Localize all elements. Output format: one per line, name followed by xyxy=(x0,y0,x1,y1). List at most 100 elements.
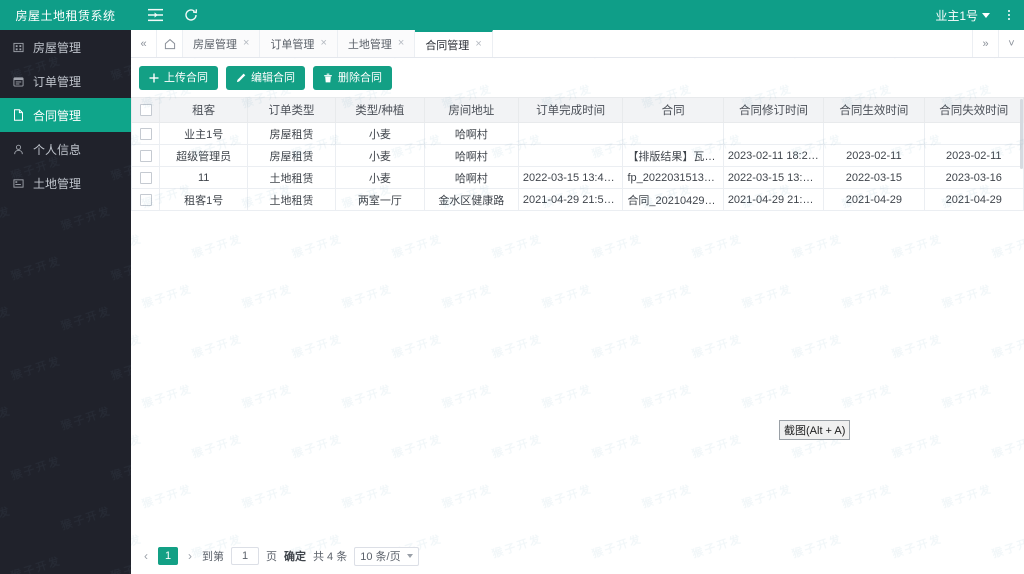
table-row[interactable]: 11 土地租赁 小麦 哈啊村 2022-03-15 13:44… fp_2022… xyxy=(131,166,1024,189)
header-right-group: 业主1号 xyxy=(935,7,1024,24)
sidebar-nav: 猴子开发 猴子开发 猴子开发 猴子开发 猴子开发 猴子开发 猴子开发 猴子开发 猴子开发 猴子开发… xyxy=(0,30,131,574)
double-chevron-left-icon[interactable]: « xyxy=(131,30,157,57)
cell-order-finish-time xyxy=(517,144,624,167)
content-panel: 猴子开发 猴子开发 猴子开发 猴子开发 猴子开发 猴子开发 猴子开发 猴子开发 猴子开发 猴子开发… xyxy=(131,58,1024,574)
close-icon[interactable]: × xyxy=(398,38,404,49)
goto-prefix-label: 到第 xyxy=(202,551,224,563)
cell-order-type[interactable]: 土地租赁 xyxy=(247,166,336,189)
column-header-tenant[interactable]: 租客 xyxy=(159,97,249,123)
close-icon[interactable]: × xyxy=(320,38,326,49)
column-header-contract-expire-time[interactable]: 合同失效时间 xyxy=(923,97,1024,123)
cell-contract[interactable]: 【排版结果】瓦斯… xyxy=(622,144,724,167)
select-all-header xyxy=(131,97,161,123)
table-row[interactable]: 超级管理员 房屋租赁 小麦 哈啊村 【排版结果】瓦斯… 2023-02-11 1… xyxy=(131,144,1024,167)
cell-contract-expire-time: 2021-04-29 xyxy=(923,188,1024,211)
tab-label: 合同管理 xyxy=(425,39,470,52)
cell-contract[interactable] xyxy=(622,122,724,145)
user-name-label: 业主1号 xyxy=(935,8,978,23)
sidebar-item-hetong[interactable]: 合同管理 xyxy=(0,98,131,132)
more-vertical-icon[interactable] xyxy=(1004,8,1014,22)
tab-bar: « 房屋管理 × 订单管理 × 土地管理 × 合同管理 × » ˅ xyxy=(131,30,1024,58)
cell-category: 两室一厅 xyxy=(334,188,425,211)
row-checkbox[interactable] xyxy=(139,171,152,184)
order-list-icon xyxy=(12,75,24,87)
user-menu[interactable]: 业主1号 xyxy=(935,7,990,24)
tab-tudi-guanli[interactable]: 土地管理 × xyxy=(337,30,416,57)
cell-address: 哈啊村 xyxy=(423,166,519,189)
table-row[interactable]: 租客1号 土地租赁 两室一厅 金水区健康路 2021-04-29 21:54… … xyxy=(131,188,1024,211)
cell-address: 金水区健康路 xyxy=(423,188,519,211)
column-header-address[interactable]: 房间地址 xyxy=(423,97,519,123)
column-header-category[interactable]: 类型/种植 xyxy=(334,97,425,123)
column-header-order-finish-time[interactable]: 订单完成时间 xyxy=(517,97,624,123)
main-area: « 房屋管理 × 订单管理 × 土地管理 × 合同管理 × » ˅ 猴子开发 猴… xyxy=(131,30,1024,574)
delete-contract-button[interactable]: 删除合同 xyxy=(313,66,392,90)
page-number-1[interactable]: 1 xyxy=(158,547,178,565)
column-header-contract[interactable]: 合同 xyxy=(622,97,724,123)
column-header-order-type[interactable]: 订单类型 xyxy=(247,97,336,123)
chevron-down-icon xyxy=(406,554,413,558)
goto-page-input[interactable] xyxy=(231,547,259,565)
tab-hetong-guanli[interactable]: 合同管理 × xyxy=(415,30,493,57)
upload-contract-button[interactable]: 上传合同 xyxy=(139,66,218,90)
page-size-select[interactable]: 10 条/页 xyxy=(354,546,419,566)
cell-order-type[interactable]: 房屋租赁 xyxy=(247,144,336,167)
cell-contract-effective-time: 2023-02-11 xyxy=(823,144,925,167)
trash-icon xyxy=(323,73,333,83)
button-label: 上传合同 xyxy=(164,71,208,84)
next-page-button[interactable]: › xyxy=(185,549,195,563)
sidebar-item-fangwu[interactable]: 房屋管理 xyxy=(0,30,131,64)
cell-contract-revise-time: 2022-03-15 13:49… xyxy=(722,166,825,189)
column-header-contract-revise-time[interactable]: 合同修订时间 xyxy=(722,97,825,123)
cell-order-type[interactable]: 土地租赁 xyxy=(247,188,336,211)
cell-contract[interactable]: 合同_2021042921… xyxy=(622,188,724,211)
row-select-cell xyxy=(131,144,161,167)
tooltip-label: 截图(Alt + A) xyxy=(784,425,846,437)
sidebar-item-dingdan[interactable]: 订单管理 xyxy=(0,64,131,98)
prev-page-button[interactable]: ‹ xyxy=(141,549,151,563)
user-icon xyxy=(12,143,24,155)
app-root: 房屋土地租赁系统 业主1号 猴子开发 猴子开发 猴子开发 猴子开发 猴子开发 猴子开发 猴子… xyxy=(0,0,1024,574)
goto-confirm-button[interactable]: 确定 xyxy=(284,548,306,564)
home-icon[interactable] xyxy=(157,30,183,57)
sidebar-item-tudi[interactable]: 土地管理 xyxy=(0,166,131,200)
chevron-down-icon xyxy=(982,12,990,18)
tab-bar-controls: » ˅ xyxy=(972,30,1024,57)
total-count-label: 共 4 条 xyxy=(313,551,348,563)
column-header-contract-effective-time[interactable]: 合同生效时间 xyxy=(823,97,925,123)
pencil-icon xyxy=(236,73,246,83)
refresh-icon[interactable] xyxy=(183,7,199,23)
cell-category: 小麦 xyxy=(334,122,425,145)
chevron-down-icon[interactable]: ˅ xyxy=(998,30,1024,57)
cell-contract[interactable]: fp_202203151349… xyxy=(622,166,724,189)
tab-fangwu-guanli[interactable]: 房屋管理 × xyxy=(183,30,261,57)
tab-label: 土地管理 xyxy=(347,38,392,51)
double-chevron-right-icon[interactable]: » xyxy=(972,30,998,57)
menu-fold-icon[interactable] xyxy=(147,7,163,23)
row-checkbox[interactable] xyxy=(139,193,152,206)
document-icon xyxy=(12,109,24,121)
edit-contract-button[interactable]: 编辑合同 xyxy=(226,66,305,90)
select-all-checkbox[interactable] xyxy=(139,103,152,116)
cell-address: 哈啊村 xyxy=(423,122,519,145)
sidebar-item-label: 房屋管理 xyxy=(33,40,82,55)
cell-contract-expire-time: 2023-03-16 xyxy=(923,166,1024,189)
land-icon xyxy=(12,177,24,189)
sidebar-item-geren[interactable]: 个人信息 xyxy=(0,132,131,166)
tab-dingdan-guanli[interactable]: 订单管理 × xyxy=(260,30,338,57)
cell-category: 小麦 xyxy=(334,144,425,167)
vertical-scrollbar[interactable] xyxy=(1020,97,1024,538)
button-label: 删除合同 xyxy=(338,71,382,84)
row-checkbox[interactable] xyxy=(139,149,152,162)
close-icon[interactable]: × xyxy=(475,39,481,50)
cell-order-finish-time xyxy=(517,122,624,145)
close-icon[interactable]: × xyxy=(243,38,249,49)
screenshot-tooltip: 截图(Alt + A) xyxy=(779,420,851,440)
action-toolbar: 上传合同 编辑合同 删除合同 xyxy=(131,58,1024,97)
cell-address: 哈啊村 xyxy=(423,144,519,167)
cell-tenant: 超级管理员 xyxy=(159,144,249,167)
cell-tenant: 租客1号 xyxy=(159,188,249,211)
cell-order-type[interactable]: 房屋租赁 xyxy=(247,122,336,145)
row-checkbox[interactable] xyxy=(139,127,152,140)
table-row[interactable]: 业主1号 房屋租赁 小麦 哈啊村 xyxy=(131,122,1024,145)
